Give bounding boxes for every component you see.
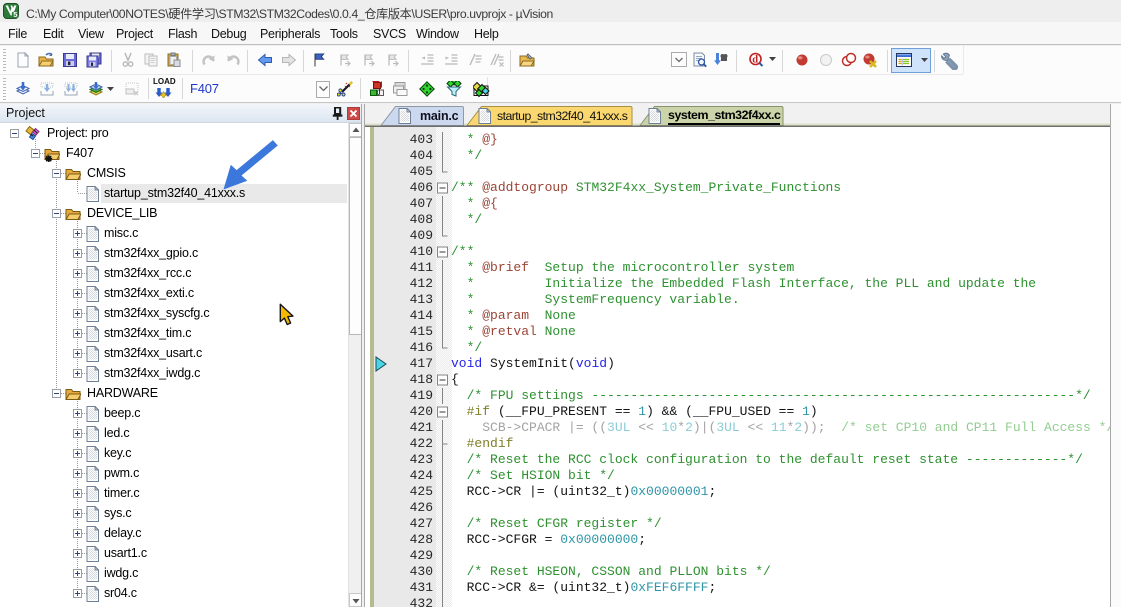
svg-text:d: d (752, 54, 758, 65)
